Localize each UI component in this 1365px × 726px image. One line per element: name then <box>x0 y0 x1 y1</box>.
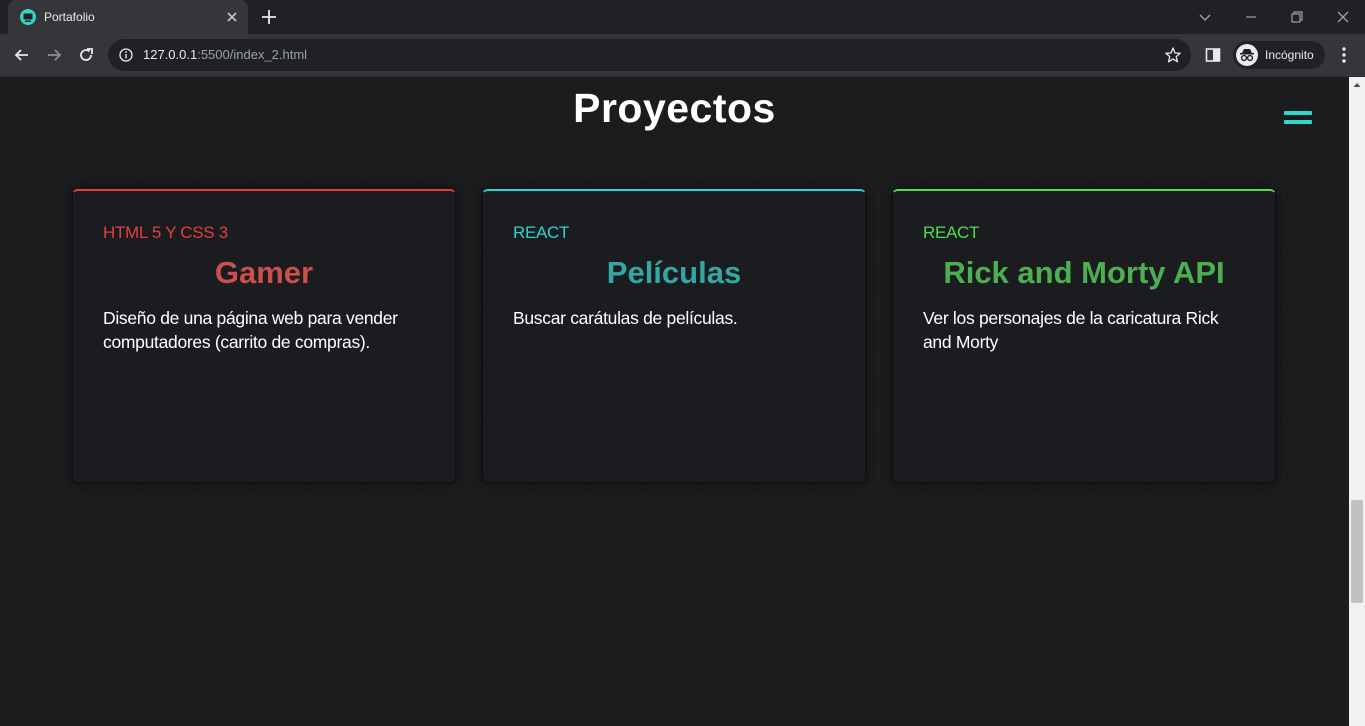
back-arrow-icon[interactable] <box>12 45 32 65</box>
tab-strip: Portafolio <box>0 0 1365 34</box>
tab-title: Portafolio <box>44 10 95 24</box>
scrollbar-thumb[interactable] <box>1351 500 1363 603</box>
browser-tab[interactable]: Portafolio <box>8 0 248 34</box>
scroll-up-arrow-icon[interactable] <box>1352 80 1362 90</box>
project-title: Rick and Morty API <box>943 255 1225 290</box>
address-bar[interactable]: 127.0.0.1:5500/index_2.html <box>108 39 1191 71</box>
project-title: Gamer <box>214 255 314 290</box>
vertical-scrollbar[interactable] <box>1349 77 1365 726</box>
side-panel-icon[interactable] <box>1204 46 1222 64</box>
favicon-icon <box>20 9 36 25</box>
url-host: 127.0.0.1 <box>143 47 198 62</box>
page-viewport: Proyectos HTML 5 Y CSS 3 Gamer Diseño de… <box>0 77 1349 726</box>
incognito-icon <box>1236 44 1258 66</box>
close-window-icon[interactable] <box>1334 8 1352 26</box>
incognito-label: Incógnito <box>1265 48 1314 62</box>
project-description: Diseño de una página web para vender com… <box>103 308 398 352</box>
project-description: Buscar carátulas de películas. <box>513 308 738 328</box>
project-card-peliculas[interactable]: REACT Películas Buscar carátulas de pelí… <box>482 189 866 483</box>
reload-icon[interactable] <box>76 45 96 65</box>
site-info-icon[interactable] <box>119 48 133 62</box>
incognito-indicator[interactable]: Incógnito <box>1233 41 1325 69</box>
tab-search-icon[interactable] <box>1196 8 1214 26</box>
project-description: Ver los personajes de la caricatura Rick… <box>923 308 1219 352</box>
minimize-icon[interactable] <box>1242 8 1260 26</box>
hamburger-menu-icon[interactable] <box>1284 111 1312 129</box>
close-tab-icon[interactable] <box>224 9 240 25</box>
forward-arrow-icon[interactable] <box>44 45 64 65</box>
bookmark-star-icon[interactable] <box>1164 46 1182 64</box>
section-title: Proyectos <box>573 85 776 131</box>
new-tab-icon[interactable] <box>258 7 280 27</box>
project-card-gamer[interactable]: HTML 5 Y CSS 3 Gamer Diseño de una págin… <box>72 189 456 483</box>
restore-icon[interactable] <box>1288 8 1306 26</box>
project-title: Películas <box>606 255 742 290</box>
browser-menu-icon[interactable] <box>1336 46 1352 64</box>
project-card-rick-and-morty[interactable]: REACT Rick and Morty API Ver los persona… <box>892 189 1276 483</box>
browser-toolbar: 127.0.0.1:5500/index_2.html Incógnito <box>0 34 1365 77</box>
url-path: :5500/index_2.html <box>197 47 308 62</box>
project-tag: REACT <box>923 223 980 242</box>
url-text[interactable]: 127.0.0.1:5500/index_2.html <box>143 47 307 62</box>
project-tag: HTML 5 Y CSS 3 <box>103 223 228 242</box>
project-tag: REACT <box>513 223 570 242</box>
